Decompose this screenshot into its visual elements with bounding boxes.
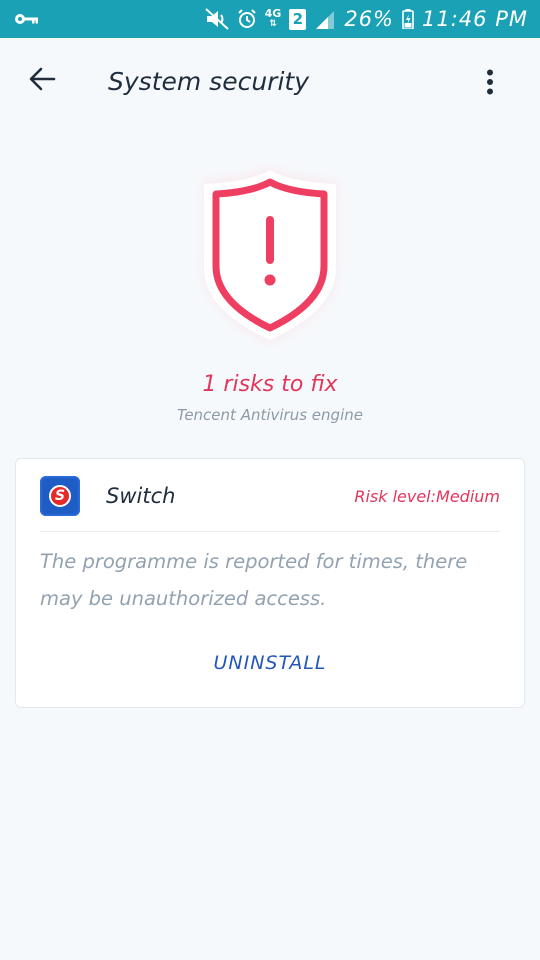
more-options-button[interactable] <box>470 64 510 104</box>
network-type: 4G ⇅ <box>264 7 282 29</box>
app-bar: System security <box>0 38 540 124</box>
risk-level-label: Risk level:Medium <box>354 486 500 506</box>
alarm-icon <box>237 9 257 29</box>
more-vert-icon <box>486 69 494 99</box>
sim-slot-badge: 2 <box>289 8 307 30</box>
risk-description: The programme is reported for times, the… <box>40 550 468 610</box>
risk-card-header: S Switch Risk level:Medium <box>16 459 524 533</box>
switch-app-icon: S <box>40 476 80 516</box>
clock: 11:46 PM <box>422 7 528 31</box>
mute-icon <box>204 8 229 30</box>
card-divider <box>40 531 500 532</box>
back-arrow-icon <box>28 67 56 95</box>
back-button[interactable] <box>12 51 72 111</box>
key-icon <box>14 12 40 26</box>
battery-icon <box>402 9 414 29</box>
battery-percent: 26% <box>344 7 395 31</box>
engine-label: Tencent Antivirus engine <box>177 406 363 424</box>
warning-shield-icon <box>190 160 350 350</box>
risk-card: S Switch Risk level:Medium The programme… <box>15 458 525 708</box>
signal-icon <box>314 9 336 29</box>
app-name: Switch <box>106 484 176 508</box>
risk-summary-title: 1 risks to fix <box>202 372 338 397</box>
uninstall-button[interactable]: UNINSTALL <box>16 643 524 683</box>
page-title: System security <box>108 66 309 96</box>
status-bar: 4G ⇅ 2 26% 11:46 PM <box>0 0 540 38</box>
